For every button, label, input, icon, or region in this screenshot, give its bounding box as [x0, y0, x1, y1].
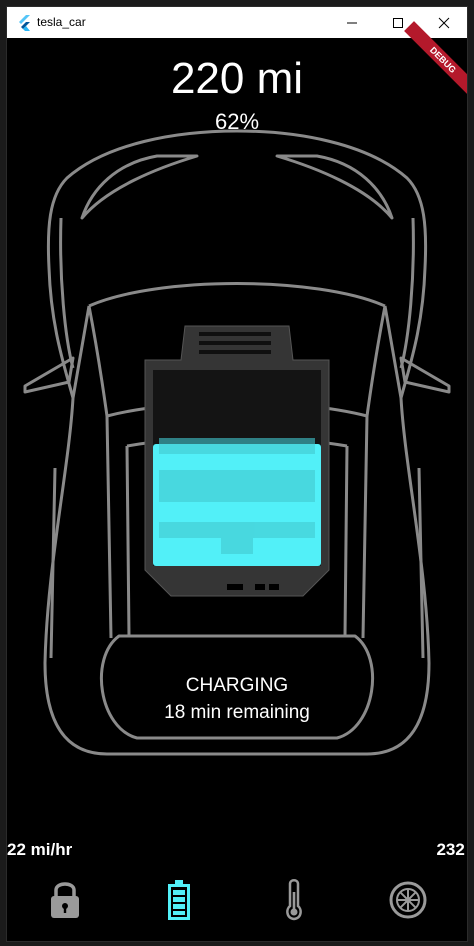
nav-temperature-button[interactable] — [274, 876, 314, 924]
close-icon — [438, 17, 450, 29]
tire-icon — [389, 881, 427, 919]
minimize-icon — [347, 22, 357, 24]
nav-tire-button[interactable] — [388, 876, 428, 924]
title-bar[interactable]: tesla_car — [7, 7, 467, 38]
time-remaining: 18 min remaining — [164, 702, 310, 723]
minimize-button[interactable] — [329, 7, 375, 38]
main-content: 220 mi 62% DEBUG CHARGING 18 min remaini… — [7, 21, 467, 941]
close-button[interactable] — [421, 7, 467, 38]
thermometer-icon — [286, 879, 302, 921]
car-top-view — [23, 129, 451, 756]
charge-speed: 22 mi/hr — [7, 840, 73, 859]
battery-icon — [168, 880, 190, 920]
charge-voltage: 232 v — [436, 840, 467, 859]
lock-icon — [51, 882, 79, 918]
range-readout: 220 mi — [170, 54, 304, 103]
nav-lock-button[interactable] — [45, 876, 85, 924]
charging-status: CHARGING 18 min remaining — [7, 672, 467, 726]
flutter-logo-icon — [19, 15, 30, 31]
nav-battery-button[interactable] — [159, 876, 199, 924]
maximize-icon — [393, 18, 403, 28]
charging-label: CHARGING — [185, 675, 289, 696]
battery-percent: 62% — [214, 109, 260, 134]
window-title: tesla_car — [37, 15, 86, 29]
app-window: tesla_car 220 mi 62% DEBUG CHARGING 18 m… — [6, 6, 468, 942]
